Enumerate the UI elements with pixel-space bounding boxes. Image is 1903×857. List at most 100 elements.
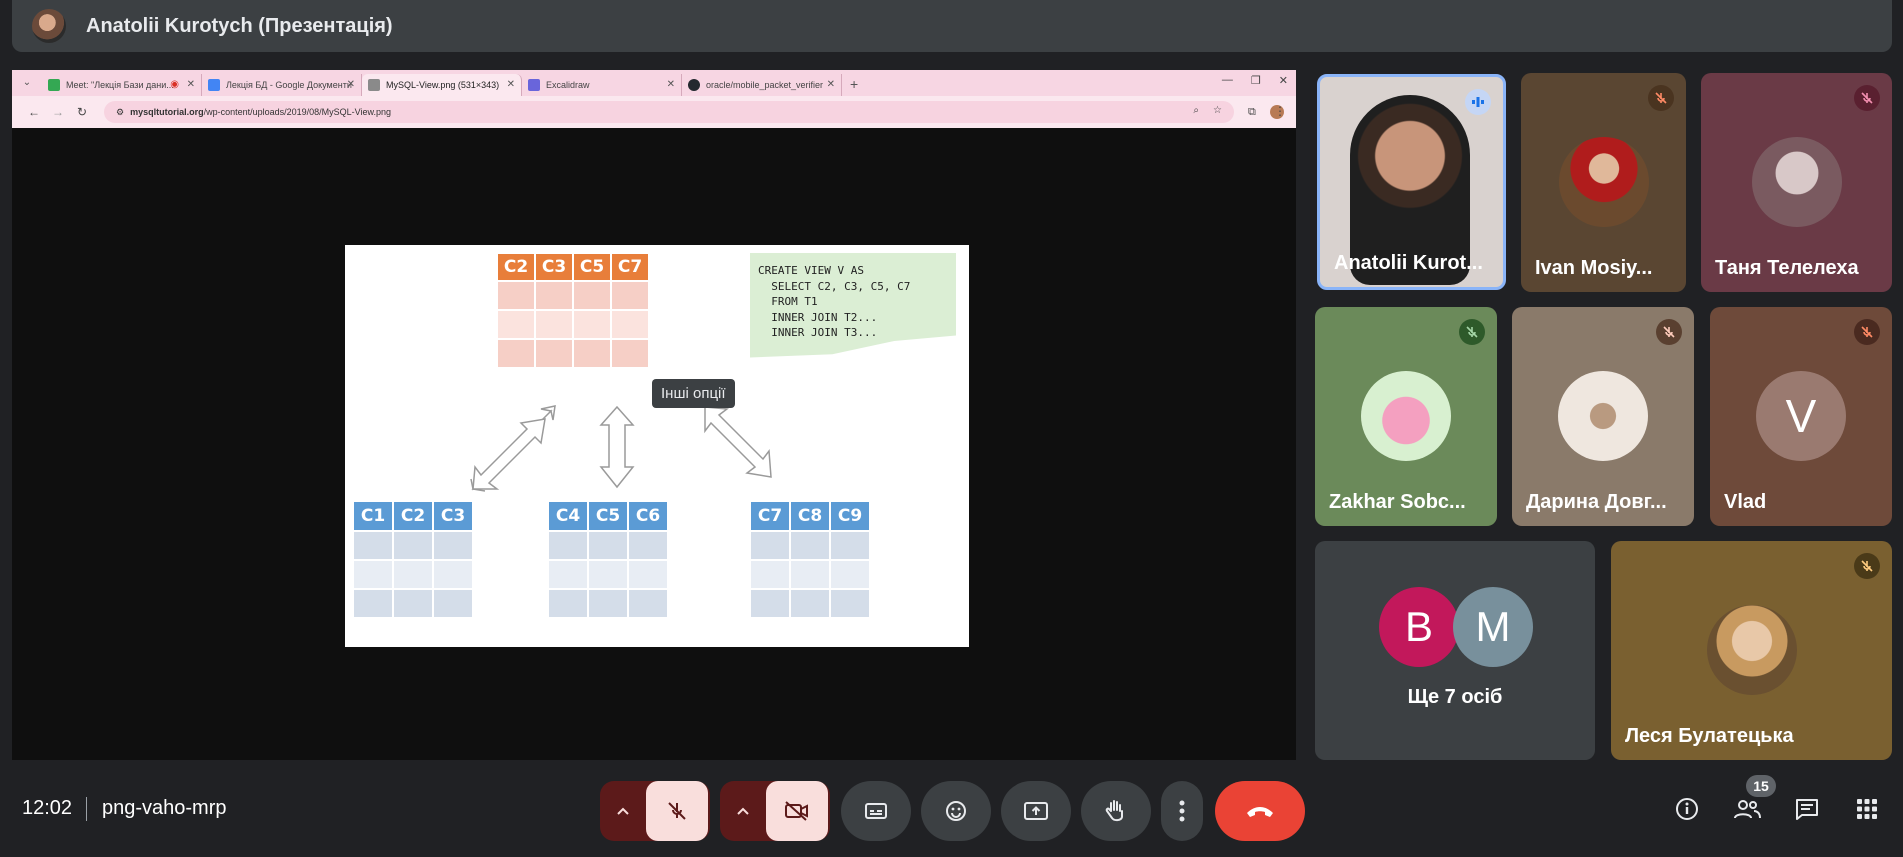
minimize-icon: — <box>1221 74 1233 86</box>
arrow-right <box>704 406 772 478</box>
present-icon <box>1024 802 1048 820</box>
participant-tile-ivan[interactable]: Ivan Mosiy... <box>1521 73 1686 292</box>
shared-screen[interactable]: ⌄ Meet: "Лекція Бази дани... ◉ ✕ Лекція … <box>12 70 1296 760</box>
camera-off-icon <box>785 801 808 821</box>
participant-tile-tanya[interactable]: Таня Телелеха <box>1701 73 1892 292</box>
tab-strip: ⌄ Meet: "Лекція Бази дани... ◉ ✕ Лекція … <box>12 70 1296 96</box>
participant-tile-zakhar[interactable]: Zakhar Sobc... <box>1315 307 1497 526</box>
close-icon: ✕ <box>666 79 675 90</box>
meeting-time: 12:02 <box>22 797 73 819</box>
info-icon <box>1676 798 1698 820</box>
table-column-header: C4 <box>548 501 588 531</box>
close-icon: ✕ <box>826 79 835 90</box>
people-button[interactable] <box>1731 793 1763 825</box>
more-participants-tile[interactable]: B M Ще 7 осіб <box>1315 541 1595 760</box>
github-favicon-icon <box>688 79 700 91</box>
more-options-button[interactable] <box>1161 781 1203 841</box>
divider <box>86 797 87 821</box>
participant-avatar <box>1706 605 1797 695</box>
close-icon: ✕ <box>346 79 355 90</box>
maximize-icon: ❐ <box>1250 75 1261 87</box>
tab-github: oracle/mobile_packet_verifier ✕ <box>682 74 842 96</box>
meeting-details-button[interactable] <box>1671 793 1703 825</box>
presentation-bar: Anatolii Kurotych (Презентація) <box>12 0 1892 52</box>
table-column-header: C5 <box>588 501 628 531</box>
activities-button[interactable] <box>1851 793 1883 825</box>
hand-icon <box>1105 800 1123 822</box>
docs-favicon-icon <box>208 79 220 91</box>
mic-control-group <box>600 781 710 841</box>
address-bar-actions: ⌕ ☆ <box>1193 105 1222 116</box>
participant-initial-avatar: B <box>1379 587 1459 667</box>
tab-label: oracle/mobile_packet_verifier <box>706 80 824 90</box>
meeting-code: png-vaho-mrp <box>102 797 227 819</box>
participant-tile-anatolii[interactable]: Anatolii Kurot... <box>1317 74 1506 290</box>
mysql-view-diagram: C2 C3 C5 C7 CREATE VIEW V AS SELECT C2, … <box>345 245 969 647</box>
tab-search-icon: ⌄ <box>22 77 32 88</box>
browser-menu-icon: ⋮ <box>1274 104 1286 118</box>
muted-mic-icon <box>1656 319 1682 345</box>
participant-name: Ivan Mosiy... <box>1535 257 1653 279</box>
present-screen-button[interactable] <box>1001 781 1071 841</box>
microphone-toggle-button[interactable] <box>646 781 708 841</box>
participant-name: Zakhar Sobc... <box>1329 491 1466 513</box>
site-info-icon: ⚙ <box>116 106 125 117</box>
camera-toggle-button[interactable] <box>766 781 828 841</box>
participant-avatar <box>1751 137 1842 227</box>
extensions-icon: ⧉ <box>1248 105 1256 118</box>
participant-avatar <box>1361 371 1451 461</box>
captions-button[interactable] <box>841 781 911 841</box>
participant-avatar <box>1558 137 1649 227</box>
excalidraw-favicon-icon <box>528 79 540 91</box>
presentation-title: Anatolii Kurotych (Презентація) <box>86 14 393 37</box>
tab-label: MySQL-View.png (531×343) <box>386 80 500 90</box>
reactions-button[interactable] <box>921 781 991 841</box>
table-column-header: C1 <box>353 501 393 531</box>
participant-name: Дарина Довг... <box>1526 491 1667 513</box>
more-vert-icon <box>1179 800 1185 822</box>
close-icon: ✕ <box>506 79 515 90</box>
bookmark-star-icon: ☆ <box>1213 105 1222 116</box>
table-column-header: C6 <box>628 501 668 531</box>
chat-icon <box>1796 799 1818 820</box>
apps-grid-icon <box>1857 799 1877 819</box>
recording-icon: ◉ <box>170 79 179 90</box>
tab-meet: Meet: "Лекція Бази дани... ◉ ✕ <box>42 74 202 96</box>
table-column-header: C3 <box>433 501 473 531</box>
muted-mic-icon <box>1854 319 1880 345</box>
muted-mic-icon <box>1854 85 1880 111</box>
more-options-tooltip: Інші опції <box>652 379 735 408</box>
audio-settings-button[interactable] <box>600 781 646 841</box>
table-2: C4 C5 C6 <box>548 501 668 618</box>
mic-off-icon <box>668 802 686 820</box>
people-count-badge: 15 <box>1746 775 1776 797</box>
video-settings-button[interactable] <box>720 781 766 841</box>
arrow-center <box>599 405 635 489</box>
participant-tile-lesya[interactable]: Леся Булатецька <box>1611 541 1892 760</box>
people-icon <box>1734 800 1761 819</box>
participant-tile-daryna[interactable]: Дарина Довг... <box>1512 307 1694 526</box>
muted-mic-icon <box>1648 85 1674 111</box>
table-column-header: C7 <box>750 501 790 531</box>
participant-initial-avatar: V <box>1756 371 1846 461</box>
participant-avatar <box>1558 371 1648 461</box>
presenter-avatar <box>32 9 66 43</box>
raise-hand-button[interactable] <box>1081 781 1151 841</box>
tab-docs: Лекція БД - Google Документи ✕ <box>202 74 362 96</box>
image-favicon-icon <box>368 79 380 91</box>
chat-button[interactable] <box>1791 793 1823 825</box>
tab-excalidraw: Excalidraw ✕ <box>522 74 682 96</box>
leave-call-button[interactable] <box>1215 781 1305 841</box>
reload-icon: ↻ <box>76 105 88 119</box>
participant-tile-vlad[interactable]: V Vlad <box>1710 307 1892 526</box>
participant-name: Таня Телелеха <box>1715 257 1859 279</box>
forward-icon: → <box>52 105 64 119</box>
address-row: ← → ↻ ⚙ mysqltutorial.org /wp-content/up… <box>12 96 1296 128</box>
speaking-indicator-icon <box>1465 89 1491 115</box>
zoom-icon: ⌕ <box>1193 105 1200 116</box>
participant-initial-avatar: M <box>1453 587 1533 667</box>
muted-mic-icon <box>1459 319 1485 345</box>
meet-favicon-icon <box>48 79 60 91</box>
url-domain: mysqltutorial.org <box>130 107 204 117</box>
camera-control-group <box>720 781 830 841</box>
